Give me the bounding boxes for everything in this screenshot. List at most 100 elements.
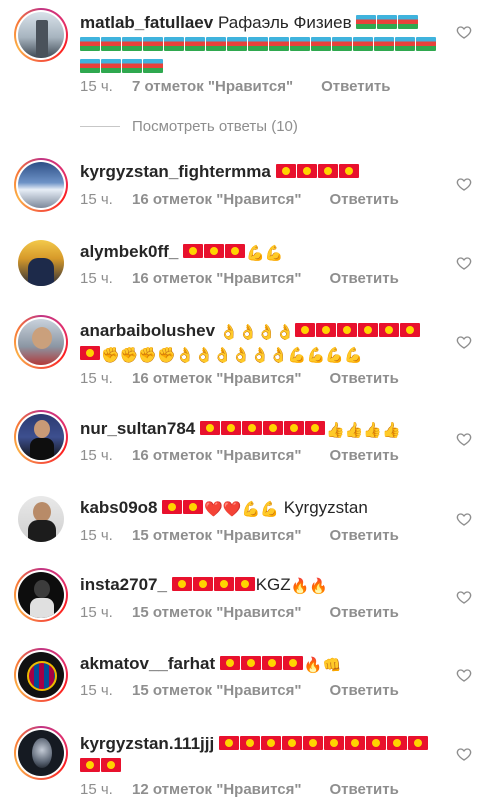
- kyrgyzstan-flag-icon: [365, 736, 386, 750]
- kyrgyzstan-flag-icon: [261, 656, 282, 670]
- flexed-biceps-icon: 💪: [264, 245, 284, 262]
- kyrgyzstan-flag-icon: [183, 500, 204, 514]
- kyrgyzstan-flag-icon: [192, 577, 213, 591]
- comment-username[interactable]: kabs09o8: [80, 498, 158, 517]
- reply-button[interactable]: Ответить: [329, 604, 398, 621]
- reply-button[interactable]: Ответить: [329, 270, 398, 287]
- avatar[interactable]: [14, 8, 68, 62]
- view-replies-toggle[interactable]: Посмотреть ответы (10): [80, 118, 298, 135]
- comment-time: 15 ч.: [80, 682, 113, 699]
- flag-row: [275, 162, 360, 181]
- reply-button[interactable]: Ответить: [321, 78, 390, 95]
- ok-hand-icon: 👌: [257, 324, 276, 341]
- reply-button[interactable]: Ответить: [329, 781, 398, 798]
- fist-icon: ✊: [101, 347, 120, 364]
- heart-outline-icon[interactable]: [456, 667, 472, 683]
- heart-outline-icon[interactable]: [456, 176, 472, 192]
- heart-outline-icon[interactable]: [456, 511, 472, 527]
- azerbaijan-flag-icon: [416, 37, 436, 51]
- comment-username[interactable]: akmatov__farhat: [80, 654, 215, 673]
- comment-text: Kyrgyzstan: [283, 498, 368, 517]
- azerbaijan-flag-icon: [311, 37, 331, 51]
- punch-icon: 👊: [322, 657, 342, 674]
- reply-button[interactable]: Ответить: [329, 370, 398, 387]
- comment-username[interactable]: nur_sultan784: [80, 419, 195, 438]
- likes-count[interactable]: 16 отметок "Нравится": [132, 270, 301, 287]
- reply-button[interactable]: Ответить: [329, 191, 398, 208]
- kyrgyzstan-flag-icon: [386, 736, 407, 750]
- flexed-biceps-icon: 💪: [246, 245, 265, 262]
- heart-icon: ❤️: [204, 501, 223, 518]
- reply-button[interactable]: Ответить: [329, 682, 398, 699]
- avatar[interactable]: [14, 236, 68, 290]
- likes-count[interactable]: 15 отметок "Нравится": [132, 682, 301, 699]
- kyrgyzstan-flag-icon: [218, 736, 239, 750]
- comment-username[interactable]: alymbek0ff_: [80, 242, 178, 261]
- likes-count[interactable]: 12 отметок "Нравится": [132, 781, 301, 798]
- avatar[interactable]: [14, 492, 68, 546]
- kyrgyzstan-flag-icon: [200, 421, 220, 435]
- kyrgyzstan-flag-icon: [171, 577, 192, 591]
- kyrgyzstan-flag-icon: [282, 656, 303, 670]
- ok-hand-icon: 👌: [219, 324, 239, 341]
- heart-outline-icon[interactable]: [456, 255, 472, 271]
- avatar[interactable]: [14, 648, 68, 702]
- likes-count[interactable]: 15 отметок "Нравится": [132, 527, 301, 544]
- kyrgyzstan-flag-icon: [213, 577, 234, 591]
- comment-username[interactable]: kyrgyzstan_fightermma: [80, 162, 271, 181]
- kyrgyzstan-flag-icon: [162, 500, 183, 514]
- kyrgyzstan-flag-icon: [305, 421, 325, 435]
- comment-username[interactable]: anarbaibolushev: [80, 321, 215, 340]
- kyrgyzstan-flag-icon: [284, 421, 304, 435]
- azerbaijan-flag-icon: [101, 59, 121, 73]
- kyrgyzstan-flag-icon: [302, 736, 323, 750]
- fire-icon: 🔥: [290, 578, 310, 595]
- likes-count[interactable]: 16 отметок "Нравится": [132, 447, 301, 464]
- comment-username[interactable]: kyrgyzstan.111jjj: [80, 734, 214, 753]
- avatar[interactable]: [14, 158, 68, 212]
- ok-hand-icon: 👌: [231, 347, 251, 364]
- azerbaijan-flag-icon: [395, 37, 415, 51]
- azerbaijan-flag-icon: [80, 37, 100, 51]
- comment-time: 15 ч.: [80, 370, 113, 387]
- likes-count[interactable]: 16 отметок "Нравится": [132, 370, 301, 387]
- azerbaijan-flag-icon: [377, 15, 398, 29]
- heart-outline-icon[interactable]: [456, 24, 472, 40]
- avatar[interactable]: [14, 410, 68, 464]
- azerbaijan-flag-icon: [122, 37, 142, 51]
- comment-time: 15 ч.: [80, 527, 113, 544]
- avatar[interactable]: [14, 568, 68, 622]
- comment-username[interactable]: matlab_fatullaev: [80, 13, 213, 32]
- kyrgyzstan-flag-icon: [219, 656, 240, 670]
- comment-username[interactable]: insta2707_: [80, 575, 167, 594]
- azerbaijan-flag-icon: [101, 37, 121, 51]
- kyrgyzstan-flag-icon: [80, 758, 100, 772]
- azerbaijan-flag-icon: [248, 37, 268, 51]
- azerbaijan-flag-icon: [206, 37, 226, 51]
- kyrgyzstan-flag-icon: [378, 323, 399, 337]
- flexed-biceps-icon: 💪: [260, 501, 279, 518]
- likes-count[interactable]: 7 отметок "Нравится": [132, 78, 293, 95]
- flexed-biceps-icon: 💪: [325, 347, 344, 364]
- heart-outline-icon[interactable]: [456, 746, 472, 762]
- azerbaijan-flag-icon: [80, 59, 100, 73]
- comment-time: 15 ч.: [80, 270, 113, 287]
- reply-button[interactable]: Ответить: [329, 447, 398, 464]
- likes-count[interactable]: 16 отметок "Нравится": [132, 191, 301, 208]
- avatar[interactable]: [14, 726, 68, 780]
- ok-hand-icon: 👌: [175, 347, 195, 364]
- heart-outline-icon[interactable]: [456, 431, 472, 447]
- fist-icon: ✊: [119, 347, 139, 364]
- kyrgyzstan-flag-icon: [240, 656, 261, 670]
- emoji-row: 🔥👊: [219, 654, 342, 674]
- avatar[interactable]: [14, 315, 68, 369]
- reply-button[interactable]: Ответить: [329, 527, 398, 544]
- view-replies-label: Посмотреть ответы (10): [132, 118, 298, 135]
- azerbaijan-flag-icon: [374, 37, 394, 51]
- kyrgyzstan-flag-icon: [338, 164, 359, 178]
- heart-outline-icon[interactable]: [456, 589, 472, 605]
- kyrgyzstan-flag-icon: [242, 421, 262, 435]
- kyrgyzstan-flag-icon: [317, 164, 338, 178]
- likes-count[interactable]: 15 отметок "Нравится": [132, 604, 301, 621]
- heart-outline-icon[interactable]: [456, 334, 472, 350]
